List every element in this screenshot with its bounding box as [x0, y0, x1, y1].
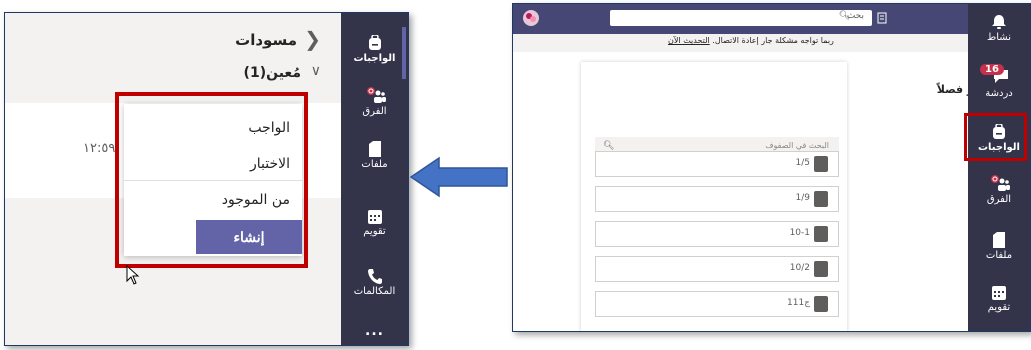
more-apps-icon[interactable]: ... — [341, 323, 408, 339]
teams-icon — [991, 175, 1010, 191]
class-name: 1ج11 — [787, 298, 810, 308]
avatar[interactable] — [523, 10, 539, 26]
rail-item-files[interactable]: ملفات — [341, 141, 408, 170]
bell-icon — [992, 15, 1006, 29]
rail-item-calendar[interactable]: تقويم — [341, 210, 408, 237]
calendar-icon — [992, 286, 1006, 300]
rail-label-chat: دردشة — [985, 88, 1013, 99]
rail-label-activity: نشاط — [987, 32, 1011, 43]
assignment-time: ١٢:٥٩ — [83, 141, 116, 156]
right-screenshot-panel: بحث 🔍︎ ربما تواجه مشكلة جار إعادة الاتصا… — [512, 3, 1031, 332]
class-avatar — [814, 156, 828, 172]
rail-item-assignments[interactable]: الواجبات — [341, 35, 408, 64]
notice-text: ربما تواجه مشكلة جار إعادة الاتصال. — [712, 36, 834, 45]
teams-title-bar: بحث 🔍︎ — [513, 4, 969, 34]
class-avatar — [814, 261, 828, 277]
rail-item-calendar[interactable]: تقويم — [968, 286, 1030, 313]
class-name: 10/2 — [789, 263, 810, 273]
rail-label-files: ملفات — [985, 250, 1013, 261]
class-row[interactable]: 1/5 — [595, 151, 839, 177]
phone-icon — [367, 269, 382, 284]
chevron-down-icon[interactable]: ∨ — [311, 63, 321, 79]
calendar-icon — [367, 210, 382, 224]
class-avatar — [814, 226, 828, 242]
class-row[interactable]: 1ج11 — [595, 291, 839, 317]
highlight-box — [115, 92, 308, 268]
rail-item-activity[interactable]: نشاط — [968, 14, 1030, 43]
rail-label-calls: المكالمات — [353, 286, 396, 297]
mouse-cursor-icon — [126, 265, 140, 285]
connection-notice: ربما تواجه مشكلة جار إعادة الاتصال. التح… — [668, 36, 834, 45]
active-indicator — [402, 27, 406, 79]
rail-label-teams: الفرق — [362, 106, 387, 117]
teams-app-bar: الواجبات الفرق ملفات تقويم المكالمات ... — [341, 13, 408, 345]
class-name: 1/5 — [795, 158, 810, 168]
chat-badge: 16 — [980, 64, 1004, 75]
rail-item-calls[interactable]: المكالمات — [341, 268, 408, 297]
teams-icon — [366, 87, 386, 103]
file-icon — [993, 232, 1005, 248]
chevron-right-icon[interactable]: ❯ — [304, 27, 321, 51]
chat-icon-wrap: 16 — [968, 64, 1030, 86]
rail-label-calendar: تقويم — [363, 226, 386, 237]
class-name: 10-1 — [789, 228, 810, 238]
rail-label-assignments: الواجبات — [353, 53, 396, 64]
file-icon — [368, 141, 381, 157]
class-search-placeholder: البحث في الصفوف — [765, 141, 829, 150]
class-row[interactable]: 10-1 — [595, 221, 839, 247]
arrow-left-icon — [409, 156, 508, 198]
class-row[interactable]: 1/9 — [595, 186, 839, 212]
teams-app-bar: نشاط 16 دردشة الواجبات الفرق ملفات تقويم — [968, 4, 1030, 331]
class-row[interactable]: 10/2 — [595, 256, 839, 282]
rail-item-files[interactable]: ملفات — [968, 232, 1030, 261]
search-icon: 🔍︎ — [838, 11, 850, 21]
rail-label-calendar: تقويم — [987, 302, 1011, 313]
rail-item-chat[interactable]: 16 دردشة — [968, 64, 1030, 99]
search-input[interactable]: بحث 🔍︎ — [610, 10, 872, 26]
class-avatar — [814, 191, 828, 207]
refresh-now-link[interactable]: التحديث الآن — [668, 36, 710, 45]
rail-label-teams: الفرق — [986, 194, 1012, 205]
highlight-box — [964, 113, 1027, 161]
drafts-title: مسودات — [235, 31, 297, 49]
class-name: 1/9 — [795, 193, 810, 203]
rail-item-teams[interactable]: الفرق — [341, 86, 408, 117]
compose-icon[interactable] — [877, 12, 887, 24]
class-avatar — [814, 296, 828, 312]
backpack-icon — [368, 35, 381, 50]
rail-item-teams[interactable]: الفرق — [968, 174, 1030, 205]
rail-label-files: ملفات — [361, 159, 388, 170]
search-icon: 🔍︎ — [603, 141, 615, 151]
assigned-filter[interactable]: مُعين(1) — [244, 65, 301, 81]
